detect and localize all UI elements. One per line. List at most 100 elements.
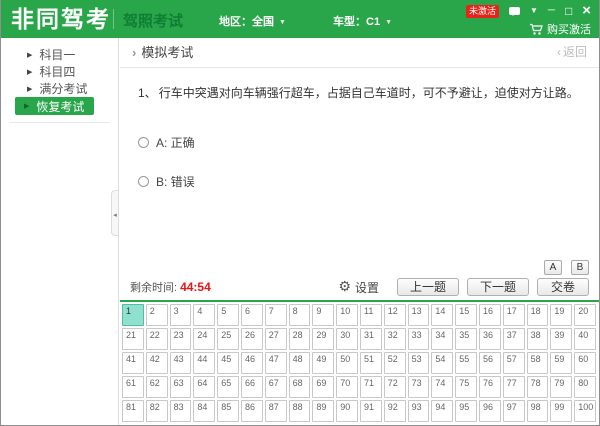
question-number-cell[interactable]: 80 (574, 376, 596, 398)
question-number-cell[interactable]: 10 (336, 304, 358, 326)
app-subtitle-tab[interactable]: 驾照考试 (123, 10, 183, 31)
question-number-cell[interactable]: 17 (503, 304, 525, 326)
question-number-cell[interactable]: 40 (574, 328, 596, 350)
question-number-cell[interactable]: 100 (574, 400, 596, 422)
question-number-cell[interactable]: 53 (408, 352, 430, 374)
question-number-cell[interactable]: 41 (122, 352, 144, 374)
question-number-cell[interactable]: 97 (503, 400, 525, 422)
question-number-cell[interactable]: 8 (289, 304, 311, 326)
question-number-cell[interactable]: 85 (217, 400, 239, 422)
question-number-cell[interactable]: 5 (217, 304, 239, 326)
question-number-cell[interactable]: 77 (503, 376, 525, 398)
question-number-cell[interactable]: 76 (479, 376, 501, 398)
question-number-cell[interactable]: 38 (527, 328, 549, 350)
question-number-cell[interactable]: 21 (122, 328, 144, 350)
question-number-cell[interactable]: 37 (503, 328, 525, 350)
question-number-cell[interactable]: 19 (550, 304, 572, 326)
question-number-cell[interactable]: 71 (360, 376, 382, 398)
sidebar-item-full-score-exam[interactable]: 满分考试 (1, 80, 118, 97)
radio-icon[interactable] (138, 176, 149, 187)
question-number-cell[interactable]: 20 (574, 304, 596, 326)
question-number-cell[interactable]: 61 (122, 376, 144, 398)
question-number-cell[interactable]: 52 (384, 352, 406, 374)
answer-a-button[interactable]: A (544, 260, 562, 275)
question-number-cell[interactable]: 32 (384, 328, 406, 350)
question-number-cell[interactable]: 63 (170, 376, 192, 398)
question-number-cell[interactable]: 51 (360, 352, 382, 374)
question-number-cell[interactable]: 75 (455, 376, 477, 398)
option-b[interactable]: B: 错误 (138, 173, 593, 190)
radio-icon[interactable] (138, 137, 149, 148)
question-number-cell[interactable]: 96 (479, 400, 501, 422)
question-number-cell[interactable]: 91 (360, 400, 382, 422)
question-number-cell[interactable]: 66 (241, 376, 263, 398)
question-number-cell[interactable]: 42 (146, 352, 168, 374)
question-number-cell[interactable]: 87 (265, 400, 287, 422)
question-number-cell[interactable]: 94 (431, 400, 453, 422)
question-number-cell[interactable]: 46 (241, 352, 263, 374)
question-number-cell[interactable]: 2 (146, 304, 168, 326)
question-number-cell[interactable]: 39 (550, 328, 572, 350)
question-number-cell[interactable]: 79 (550, 376, 572, 398)
question-number-cell[interactable]: 57 (503, 352, 525, 374)
question-number-cell[interactable]: 54 (431, 352, 453, 374)
question-number-cell[interactable]: 88 (289, 400, 311, 422)
question-number-cell[interactable]: 44 (193, 352, 215, 374)
question-number-cell[interactable]: 31 (360, 328, 382, 350)
question-number-cell[interactable]: 35 (455, 328, 477, 350)
question-number-cell[interactable]: 83 (170, 400, 192, 422)
question-number-cell[interactable]: 93 (408, 400, 430, 422)
question-number-cell[interactable]: 82 (146, 400, 168, 422)
question-number-cell[interactable]: 16 (479, 304, 501, 326)
settings-button[interactable]: 设置 (338, 279, 379, 296)
question-number-cell[interactable]: 59 (550, 352, 572, 374)
minimize-button[interactable] (548, 5, 555, 17)
question-number-cell[interactable]: 34 (431, 328, 453, 350)
question-number-cell[interactable]: 3 (170, 304, 192, 326)
sidebar-item-resume-exam[interactable]: 恢复考试 (15, 97, 94, 115)
question-number-cell[interactable]: 1 (122, 304, 144, 326)
question-number-cell[interactable]: 11 (360, 304, 382, 326)
question-number-cell[interactable]: 92 (384, 400, 406, 422)
next-question-button[interactable]: 下一题 (467, 278, 529, 296)
sidebar-item-subject-four[interactable]: 科目四 (1, 63, 118, 80)
question-number-cell[interactable]: 25 (217, 328, 239, 350)
car-type-select[interactable]: 车型：C1 (333, 13, 392, 29)
question-number-cell[interactable]: 89 (312, 400, 334, 422)
sidebar-item-subject-one[interactable]: 科目一 (1, 46, 118, 63)
question-number-cell[interactable]: 18 (527, 304, 549, 326)
question-number-cell[interactable]: 6 (241, 304, 263, 326)
question-number-cell[interactable]: 49 (312, 352, 334, 374)
question-number-cell[interactable]: 9 (312, 304, 334, 326)
question-number-cell[interactable]: 73 (408, 376, 430, 398)
question-number-cell[interactable]: 67 (265, 376, 287, 398)
question-number-cell[interactable]: 78 (527, 376, 549, 398)
question-number-cell[interactable]: 23 (170, 328, 192, 350)
question-number-cell[interactable]: 74 (431, 376, 453, 398)
question-number-cell[interactable]: 62 (146, 376, 168, 398)
question-number-cell[interactable]: 24 (193, 328, 215, 350)
question-number-cell[interactable]: 15 (455, 304, 477, 326)
question-number-cell[interactable]: 4 (193, 304, 215, 326)
question-number-cell[interactable]: 68 (289, 376, 311, 398)
question-number-cell[interactable]: 60 (574, 352, 596, 374)
question-number-cell[interactable]: 56 (479, 352, 501, 374)
question-number-cell[interactable]: 58 (527, 352, 549, 374)
option-a[interactable]: A: 正确 (138, 134, 593, 151)
sidebar-collapse-handle[interactable] (111, 190, 119, 236)
chat-icon[interactable] (509, 7, 520, 15)
question-number-cell[interactable]: 26 (241, 328, 263, 350)
question-number-cell[interactable]: 14 (431, 304, 453, 326)
skin-menu-icon[interactable] (530, 5, 538, 17)
question-number-cell[interactable]: 13 (408, 304, 430, 326)
question-number-cell[interactable]: 98 (527, 400, 549, 422)
maximize-button[interactable] (565, 5, 572, 17)
question-number-cell[interactable]: 27 (265, 328, 287, 350)
question-number-cell[interactable]: 70 (336, 376, 358, 398)
question-number-cell[interactable]: 36 (479, 328, 501, 350)
question-number-cell[interactable]: 45 (217, 352, 239, 374)
question-number-cell[interactable]: 48 (289, 352, 311, 374)
answer-b-button[interactable]: B (571, 260, 589, 275)
question-number-cell[interactable]: 22 (146, 328, 168, 350)
buy-activation-button[interactable]: 购买激活 (529, 21, 591, 37)
